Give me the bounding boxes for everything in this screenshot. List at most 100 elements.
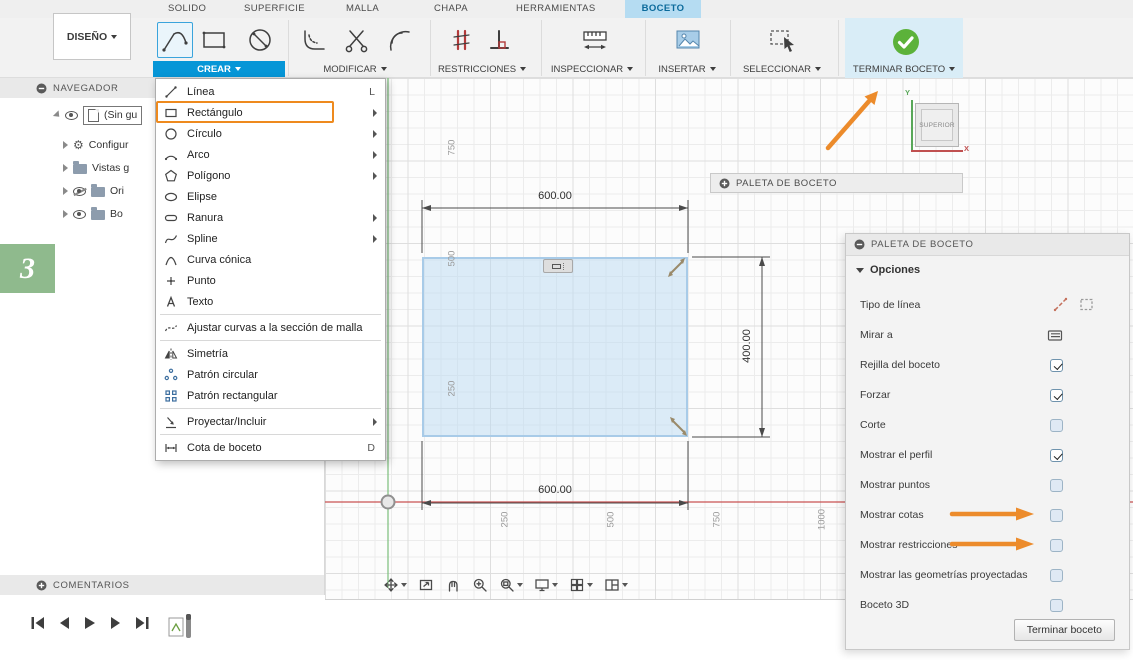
collapse-minus-icon[interactable] xyxy=(854,239,865,250)
tab-boceto[interactable]: BOCETO xyxy=(625,0,701,18)
tab-herramientas[interactable]: HERRAMIENTAS xyxy=(516,0,596,18)
line-tool-button[interactable] xyxy=(157,22,193,58)
zoom-window-button[interactable] xyxy=(499,577,523,593)
expand-arrow-icon[interactable] xyxy=(63,141,68,149)
circle-tool-button[interactable] xyxy=(242,22,278,58)
selection-mini-toolbar[interactable] xyxy=(543,259,573,273)
finish-sketch-dropdown[interactable]: TERMINAR BOCETO xyxy=(840,61,968,77)
dimension-value[interactable]: 600.00 xyxy=(530,484,580,496)
menu-item-ranura[interactable]: Ranura xyxy=(156,207,385,228)
orbit-button[interactable] xyxy=(383,577,407,593)
comments-bar[interactable]: COMENTARIOS xyxy=(0,575,324,595)
sketch3d-checkbox[interactable] xyxy=(1050,598,1063,612)
menu-item-patron-rectangular[interactable]: Patrón rectangular xyxy=(156,385,385,406)
document-name-box[interactable]: (Sin gu xyxy=(83,105,143,125)
play-button[interactable] xyxy=(82,616,98,630)
tab-solido[interactable]: SOLIDO xyxy=(168,0,206,18)
expand-arrow-icon[interactable] xyxy=(63,210,68,218)
constraints-checkbox[interactable] xyxy=(1050,538,1063,552)
browser-row-settings[interactable]: ⚙ Configur xyxy=(63,134,128,156)
menu-item-ajustar-curvas[interactable]: Ajustar curvas a la sección de malla xyxy=(156,317,385,338)
viewports-button[interactable] xyxy=(604,577,628,593)
sketch-palette-collapsed-bar[interactable]: PALETA DE BOCETO xyxy=(710,173,963,193)
rectangle-tool-button[interactable] xyxy=(196,22,232,58)
snap-checkbox[interactable] xyxy=(1050,388,1063,402)
create-dropdown[interactable]: CREAR xyxy=(153,61,285,77)
menu-item-proyectar-incluir[interactable]: Proyectar/Incluir xyxy=(156,411,385,432)
menu-item-rectangulo[interactable]: Rectángulo xyxy=(156,102,385,123)
environment-tab-bar: SOLIDO SUPERFICIE MALLA CHAPA HERRAMIENT… xyxy=(0,0,1133,18)
folder-icon xyxy=(91,184,105,197)
dimensions-checkbox[interactable] xyxy=(1050,508,1063,522)
visibility-eye-off-icon[interactable] xyxy=(73,186,86,196)
expand-arrow-icon[interactable] xyxy=(63,164,68,172)
menu-item-patron-circular[interactable]: Patrón circular xyxy=(156,364,385,385)
step-forward-button[interactable] xyxy=(108,616,124,630)
dimension-value[interactable]: 600.00 xyxy=(530,190,580,202)
menu-item-circulo[interactable]: Círculo xyxy=(156,123,385,144)
viewcube-x-axis xyxy=(911,150,963,152)
tab-superficie[interactable]: SUPERFICIE xyxy=(244,0,305,18)
menu-item-simetria[interactable]: Simetría xyxy=(156,343,385,364)
select-dropdown[interactable]: SELECCIONAR xyxy=(717,61,847,77)
menu-item-spline[interactable]: Spline xyxy=(156,228,385,249)
menu-item-cota-de-boceto[interactable]: Cota de boceto D xyxy=(156,437,385,458)
viewcube-top-face[interactable]: SUPERIOR xyxy=(919,109,955,141)
offset-tool-button[interactable] xyxy=(381,22,417,58)
submenu-arrow-icon xyxy=(373,150,377,159)
dropdown-caret-icon xyxy=(622,583,628,587)
fillet-tool-button[interactable] xyxy=(297,22,333,58)
step-back-button[interactable] xyxy=(56,616,72,630)
collapse-minus-icon[interactable] xyxy=(36,83,47,94)
visibility-eye-icon[interactable] xyxy=(73,209,86,219)
menu-item-elipse[interactable]: Elipse xyxy=(156,186,385,207)
parallel-constraint-button[interactable] xyxy=(443,22,479,58)
look-at-icon[interactable] xyxy=(1047,328,1063,343)
grid-checkbox[interactable] xyxy=(1050,358,1063,372)
projected-geometry-checkbox[interactable] xyxy=(1050,568,1063,582)
modify-dropdown[interactable]: MODIFICAR xyxy=(290,61,420,77)
browser-row-sketches[interactable]: Bo xyxy=(63,203,123,225)
figure-number-badge: 3 xyxy=(0,244,55,293)
menu-item-arco[interactable]: Arco xyxy=(156,144,385,165)
timeline-sketch-feature[interactable] xyxy=(168,610,196,642)
tab-malla[interactable]: MALLA xyxy=(346,0,379,18)
points-checkbox[interactable] xyxy=(1050,478,1063,492)
menu-item-poligono[interactable]: Polígono xyxy=(156,165,385,186)
expand-arrow-icon[interactable] xyxy=(63,187,68,195)
finish-sketch-check-icon[interactable] xyxy=(888,24,924,60)
display-settings-button[interactable] xyxy=(534,577,558,593)
centerline-icon[interactable] xyxy=(1053,297,1069,313)
finish-sketch-button[interactable]: Terminar boceto xyxy=(1013,619,1115,641)
browser-root-row[interactable]: (Sin gu xyxy=(52,104,143,126)
slot-icon xyxy=(162,210,179,225)
tab-chapa[interactable]: CHAPA xyxy=(434,0,468,18)
go-to-end-button[interactable] xyxy=(134,616,150,630)
trim-tool-button[interactable] xyxy=(339,22,375,58)
menu-item-punto[interactable]: Punto xyxy=(156,270,385,291)
profile-checkbox[interactable] xyxy=(1050,448,1063,462)
design-workspace-selector[interactable]: DISEÑO xyxy=(53,13,131,60)
measure-tool-button[interactable] xyxy=(577,22,613,58)
pan-button[interactable] xyxy=(445,577,461,593)
fit-view-button[interactable] xyxy=(418,577,434,593)
insert-image-button[interactable] xyxy=(670,22,706,58)
menu-item-linea[interactable]: Línea L xyxy=(156,81,385,102)
perpendicular-constraint-button[interactable] xyxy=(481,22,517,58)
options-section-header[interactable]: Opciones xyxy=(846,256,1129,284)
visibility-eye-icon[interactable] xyxy=(65,110,78,120)
sketch-palette-panel: PALETA DE BOCETO Opciones Tipo de línea … xyxy=(845,233,1130,650)
select-tool-button[interactable] xyxy=(764,22,800,58)
menu-item-texto[interactable]: Texto xyxy=(156,291,385,312)
grid-settings-button[interactable] xyxy=(569,577,593,593)
go-to-start-button[interactable] xyxy=(30,616,46,630)
view-cube[interactable]: SUPERIOR xyxy=(915,103,959,147)
gear-icon: ⚙ xyxy=(73,138,84,152)
browser-row-named-views[interactable]: Vistas g xyxy=(63,157,129,179)
construction-line-icon[interactable] xyxy=(1079,297,1095,313)
browser-row-origin[interactable]: Ori xyxy=(63,180,124,202)
menu-item-curva-conica[interactable]: Curva cónica xyxy=(156,249,385,270)
zoom-button[interactable] xyxy=(472,577,488,593)
dimension-value[interactable]: 400.00 xyxy=(741,322,753,370)
slice-checkbox[interactable] xyxy=(1050,418,1063,432)
